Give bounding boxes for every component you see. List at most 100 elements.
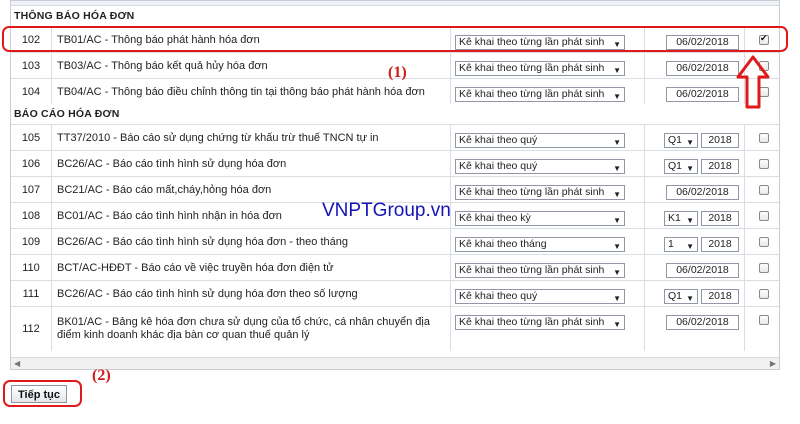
year-input[interactable]: 2018 — [701, 159, 739, 174]
frequency-cell: Kê khai theo từng lần phát sinh ▼ — [451, 79, 645, 105]
row-number: 103 — [11, 53, 52, 79]
scroll-right-icon[interactable]: ▶ — [770, 359, 776, 368]
period-value: Q1 — [668, 290, 683, 302]
frequency-select[interactable]: Kê khai theo quý ▼ — [455, 133, 625, 148]
period-cell: 06/02/2018 — [644, 255, 745, 281]
table-row: 112 BK01/AC - Bảng kê hóa đơn chưa sử dụn… — [11, 306, 779, 351]
row-number: 109 — [11, 229, 52, 255]
frequency-cell: Kê khai theo từng lần phát sinh ▼ — [451, 255, 645, 281]
form-name-text: BK01/AC - Bảng kê hóa đơn chưa sử dụng c… — [57, 316, 430, 341]
highlight-button-box — [3, 380, 82, 407]
form-name: BC26/AC - Báo cáo tình hình sử dụng hóa … — [51, 151, 451, 177]
form-name-text: BCT/AC-HĐĐT - Báo cáo về việc truyền hóa… — [57, 261, 334, 274]
frequency-cell: Kê khai theo kỳ ▼ — [451, 203, 645, 229]
dropdown-arrow-icon: ▼ — [686, 294, 694, 303]
select-cell — [744, 255, 779, 281]
row-number: 112 — [11, 307, 52, 351]
form-name: TB04/AC - Thông báo điều chỉnh thông tin… — [51, 79, 451, 105]
dropdown-arrow-icon: ▼ — [613, 268, 621, 277]
year-input[interactable]: 2018 — [701, 237, 739, 252]
form-name: BK01/AC - Bảng kê hóa đơn chưa sử dụng c… — [51, 307, 451, 351]
period-value: Q1 — [668, 134, 683, 146]
select-cell — [744, 203, 779, 229]
period-select[interactable]: 1 ▼ — [664, 237, 698, 252]
dropdown-arrow-icon: ▼ — [613, 190, 621, 199]
period-value: Q1 — [668, 160, 683, 172]
row-number: 110 — [11, 255, 52, 281]
scroll-left-icon[interactable]: ◀ — [14, 359, 20, 368]
period-cell: Q1 ▼ 2018 — [644, 125, 745, 151]
period-cell: 1 ▼ 2018 — [644, 229, 745, 255]
table-row: 104 TB04/AC - Thông báo điều chỉnh thông … — [11, 78, 779, 105]
dropdown-arrow-icon: ▼ — [613, 294, 621, 303]
row-checkbox[interactable] — [759, 315, 769, 325]
frequency-cell: Kê khai theo tháng ▼ — [451, 229, 645, 255]
frequency-cell: Kê khai theo quý ▼ — [451, 125, 645, 151]
year-input[interactable]: 2018 — [701, 289, 739, 304]
period-select[interactable]: Q1 ▼ — [664, 159, 698, 174]
frequency-select[interactable]: Kê khai theo kỳ ▼ — [455, 211, 625, 226]
select-cell — [744, 229, 779, 255]
frequency-value: Kê khai theo từng lần phát sinh — [459, 88, 605, 100]
frequency-value: Kê khai theo tháng — [459, 238, 547, 250]
row-checkbox[interactable] — [759, 159, 769, 169]
row-checkbox[interactable] — [759, 263, 769, 273]
highlight-row-box — [2, 26, 788, 52]
frequency-cell: Kê khai theo quý ▼ — [451, 281, 645, 307]
select-cell — [744, 125, 779, 151]
form-name-text: TB04/AC - Thông báo điều chỉnh thông tin… — [57, 85, 425, 98]
frequency-cell: Kê khai theo quý ▼ — [451, 151, 645, 177]
date-input[interactable]: 06/02/2018 — [666, 185, 739, 200]
frequency-value: Kê khai theo quý — [459, 290, 538, 302]
frequency-value: Kê khai theo kỳ — [459, 212, 531, 224]
section-title: BÁO CÁO HÓA ĐƠN — [14, 108, 120, 120]
form-name-text: BC26/AC - Báo cáo tình hình sử dụng hóa … — [57, 287, 358, 300]
form-name-text: BC26/AC - Báo cáo tình hình sử dụng hóa … — [57, 157, 287, 170]
frequency-select[interactable]: Kê khai theo quý ▼ — [455, 289, 625, 304]
frequency-select[interactable]: Kê khai theo từng lần phát sinh ▼ — [455, 263, 625, 278]
row-number: 107 — [11, 177, 52, 203]
row-checkbox[interactable] — [759, 237, 769, 247]
row-checkbox[interactable] — [759, 133, 769, 143]
year-input[interactable]: 2018 — [701, 133, 739, 148]
dropdown-arrow-icon: ▼ — [686, 242, 694, 251]
row-number: 104 — [11, 79, 52, 105]
period-select[interactable]: Q1 ▼ — [664, 289, 698, 304]
frequency-select[interactable]: Kê khai theo tháng ▼ — [455, 237, 625, 252]
section-title: THÔNG BÁO HÓA ĐƠN — [14, 10, 135, 22]
frequency-select[interactable]: Kê khai theo từng lần phát sinh ▼ — [455, 61, 625, 76]
period-select[interactable]: K1 ▼ — [664, 211, 698, 226]
frequency-value: Kê khai theo từng lần phát sinh — [459, 186, 605, 198]
form-name-text: TB03/AC - Thông báo kết quả hủy hóa đơn — [57, 59, 268, 72]
row-checkbox[interactable] — [759, 185, 769, 195]
form-name: BCT/AC-HĐĐT - Báo cáo về việc truyền hóa… — [51, 255, 451, 281]
frequency-select[interactable]: Kê khai theo từng lần phát sinh ▼ — [455, 315, 625, 330]
frequency-value: Kê khai theo từng lần phát sinh — [459, 264, 605, 276]
table-row: 110 BCT/AC-HĐĐT - Báo cáo về việc truyền … — [11, 254, 779, 281]
row-checkbox[interactable] — [759, 211, 769, 221]
period-select[interactable]: Q1 ▼ — [664, 133, 698, 148]
dropdown-arrow-icon: ▼ — [613, 92, 621, 101]
row-number: 108 — [11, 203, 52, 229]
dropdown-arrow-icon: ▼ — [686, 164, 694, 173]
date-input[interactable]: 06/02/2018 — [666, 61, 739, 76]
form-name-text: BC21/AC - Báo cáo mất,cháy,hỏng hóa đơn — [57, 183, 272, 196]
horizontal-scrollbar[interactable]: ◀ ▶ — [11, 357, 779, 369]
frequency-value: Kê khai theo quý — [459, 134, 538, 146]
select-cell — [744, 177, 779, 203]
year-input[interactable]: 2018 — [701, 211, 739, 226]
frequency-select[interactable]: Kê khai theo từng lần phát sinh ▼ — [455, 185, 625, 200]
form-name-text: TT37/2010 - Báo cáo sử dụng chứng từ khấ… — [57, 131, 379, 144]
annotation-1-label: (1) — [388, 64, 407, 81]
date-input[interactable]: 06/02/2018 — [666, 315, 739, 330]
table-row: 106 BC26/AC - Báo cáo tình hình sử dụng h… — [11, 150, 779, 177]
row-checkbox[interactable] — [759, 289, 769, 299]
frequency-select[interactable]: Kê khai theo quý ▼ — [455, 159, 625, 174]
date-input[interactable]: 06/02/2018 — [666, 87, 739, 102]
frequency-select[interactable]: Kê khai theo từng lần phát sinh ▼ — [455, 87, 625, 102]
date-input[interactable]: 06/02/2018 — [666, 263, 739, 278]
table-row: 105 TT37/2010 - Báo cáo sử dụng chứng từ … — [11, 124, 779, 151]
select-cell — [744, 281, 779, 307]
dropdown-arrow-icon: ▼ — [613, 242, 621, 251]
section-header: BÁO CÁO HÓA ĐƠN — [11, 104, 779, 122]
